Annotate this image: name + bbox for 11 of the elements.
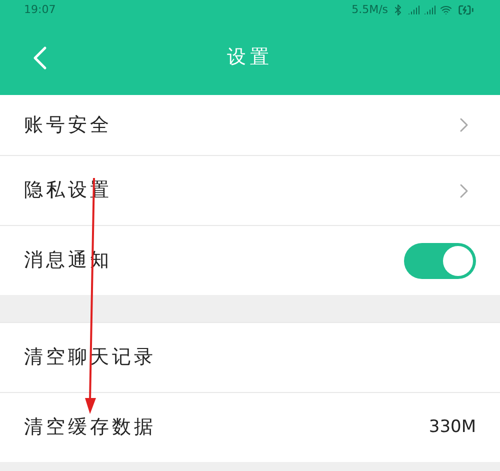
signal-icon [408,4,420,16]
cache-size: 330M [428,416,476,439]
notification-toggle[interactable] [404,242,476,278]
network-speed: 5.5M/s [352,2,388,18]
status-time: 19:07 [24,2,56,18]
setting-label: 清空缓存数据 [24,415,156,440]
signal-icon [424,4,436,16]
setting-label: 账号安全 [24,112,112,138]
setting-label: 清空聊天记录 [24,345,156,370]
page-title: 设置 [227,45,273,70]
bluetooth-icon [392,4,404,16]
